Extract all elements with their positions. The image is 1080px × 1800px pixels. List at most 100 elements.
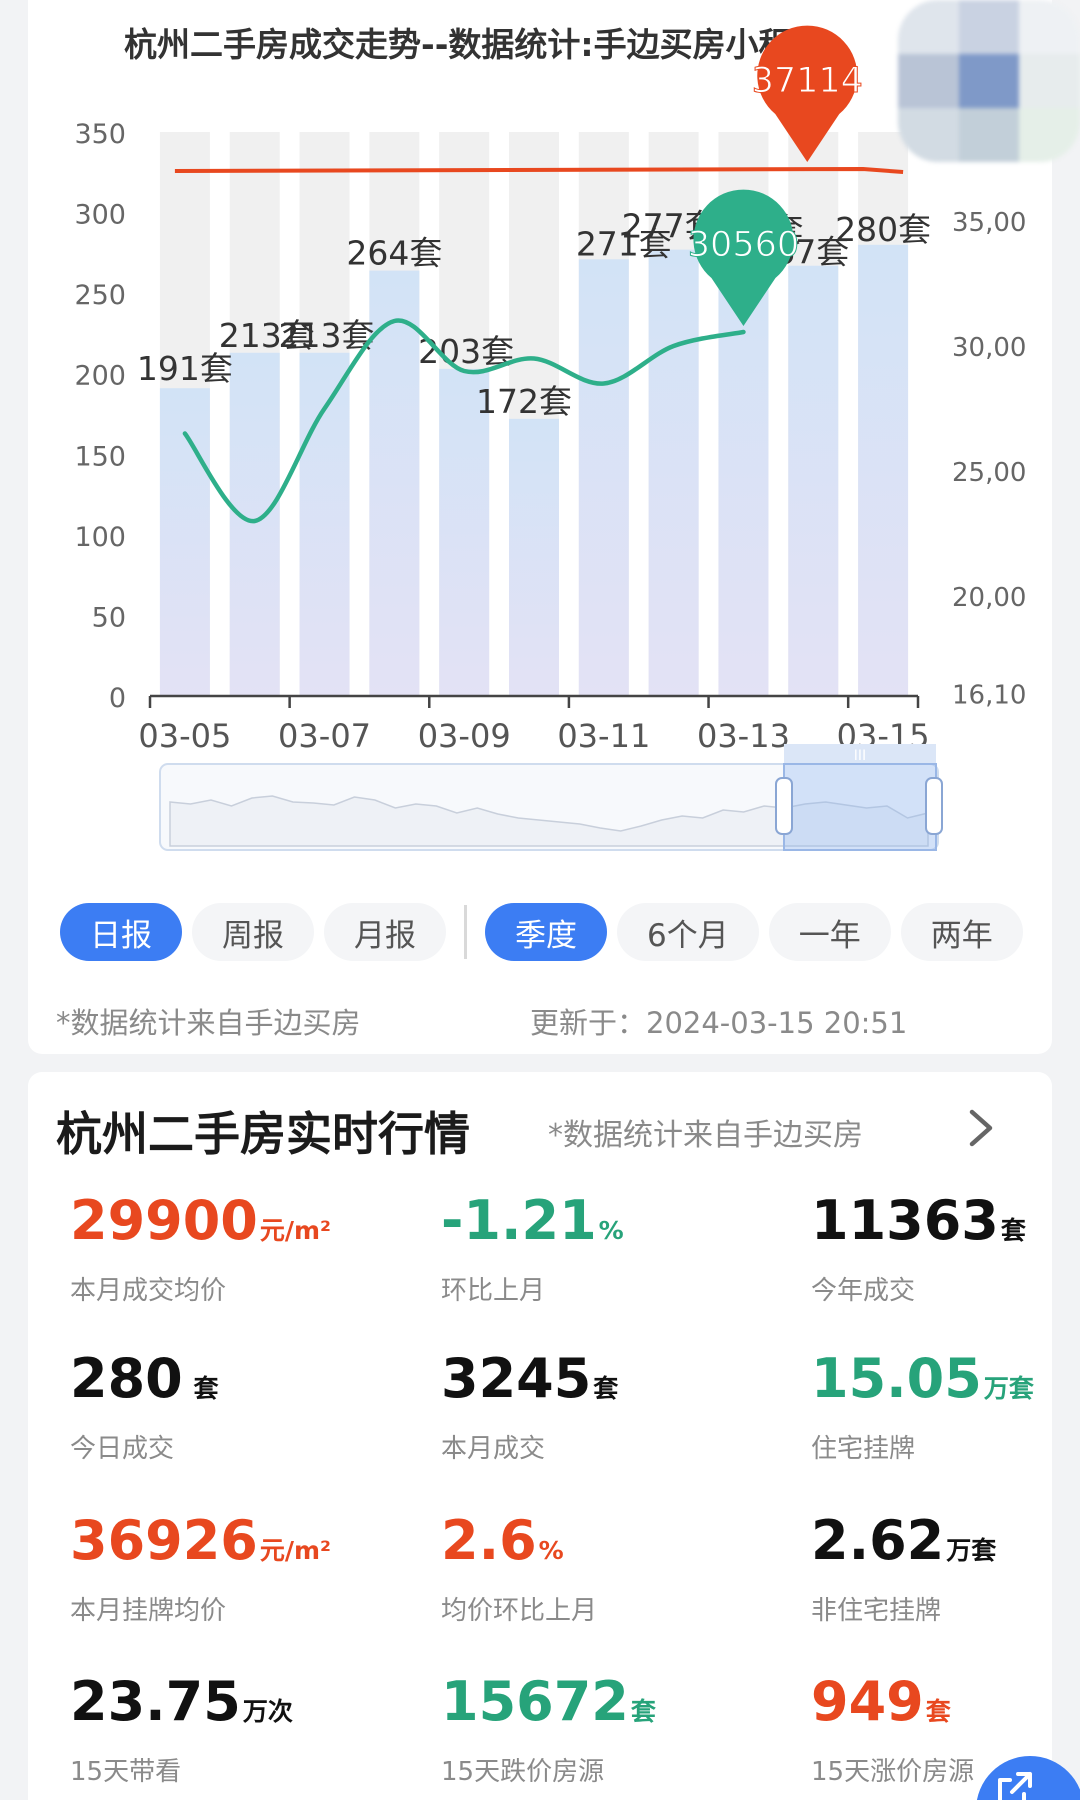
stat-number: 15672 xyxy=(441,1670,629,1733)
y-left-tick: 100 xyxy=(74,522,126,553)
stat-value: 15672套 xyxy=(441,1675,761,1729)
stat-number: 11363 xyxy=(811,1189,999,1252)
stat-number: 280 xyxy=(70,1347,183,1410)
bar[interactable] xyxy=(509,418,559,696)
stat-value: 280 套 xyxy=(70,1352,390,1406)
stat-value: -1.21% xyxy=(441,1194,761,1248)
bar[interactable] xyxy=(788,265,839,696)
stat-number: 2.6 xyxy=(441,1509,537,1572)
stat-label: 本月成交 xyxy=(441,1434,546,1464)
stat-label: 住宅挂牌 xyxy=(811,1434,916,1464)
period-divider xyxy=(464,905,467,959)
y-left-tick: 150 xyxy=(74,441,126,472)
stat-label: 非住宅挂牌 xyxy=(811,1596,942,1626)
x-tick-label: 03-05 xyxy=(138,717,231,755)
y-left-tick: 50 xyxy=(92,602,126,633)
stat-number: 36926 xyxy=(70,1509,258,1572)
y-left-tick: 250 xyxy=(74,280,126,311)
updated-time: 更新于：2024-03-15 20:51 xyxy=(530,1006,908,1040)
stat-item: -1.21% 环比上月 xyxy=(441,1194,761,1307)
stat-label: 本月挂牌均价 xyxy=(70,1596,227,1626)
stat-label: 15天带看 xyxy=(70,1757,182,1787)
period-2-years[interactable]: 两年 xyxy=(900,903,1023,961)
stat-label: 环比上月 xyxy=(441,1276,546,1306)
svg-text:30560: 30560 xyxy=(688,225,799,265)
stat-unit: 万套 xyxy=(946,1536,997,1565)
stat-value: 15.05万套 xyxy=(811,1352,1080,1406)
stat-unit: 元/m² xyxy=(259,1216,332,1245)
stat-value: 11363套 xyxy=(811,1194,1080,1248)
stat-unit: 套 xyxy=(630,1697,656,1726)
stat-item: 36926元/m² 本月挂牌均价 xyxy=(70,1514,390,1627)
zoom-slider: III xyxy=(159,744,943,851)
stat-value: 3245套 xyxy=(441,1352,761,1406)
y-right-tick: 25,00 xyxy=(952,458,1026,488)
stat-value: 29900元/m² xyxy=(70,1194,390,1248)
x-tick-label: 03-13 xyxy=(697,717,790,755)
stat-value: 2.6% xyxy=(441,1514,761,1568)
chevron-right-icon[interactable] xyxy=(962,1106,998,1150)
y-right-tick: 20,00 xyxy=(952,583,1026,613)
stat-item: 3245套本月成交 xyxy=(441,1352,761,1465)
zoom-handle[interactable] xyxy=(925,777,943,835)
stat-unit: 套 xyxy=(1000,1216,1026,1245)
y-right-tick: 35,00 xyxy=(952,208,1026,238)
stat-item: 2.62万套非住宅挂牌 xyxy=(811,1514,1080,1627)
stat-unit: 套 xyxy=(925,1697,951,1726)
x-tick-label: 03-09 xyxy=(418,717,511,755)
period-monthly[interactable]: 月报 xyxy=(324,903,446,961)
stat-number: -1.21 xyxy=(441,1189,597,1252)
data-source-note: *数据统计来自手边买房 xyxy=(56,1006,361,1040)
market-source-note: *数据统计来自手边买房 xyxy=(548,1118,863,1153)
stat-unit: 万套 xyxy=(983,1374,1034,1403)
bar-value-label: 172套 xyxy=(476,382,572,421)
price-marker: 30560 xyxy=(687,189,800,326)
stat-unit: % xyxy=(538,1536,564,1565)
period-daily[interactable]: 日报 xyxy=(60,903,182,961)
stat-item: 2.6% 均价环比上月 xyxy=(441,1514,761,1627)
svg-text:III: III xyxy=(854,748,866,764)
stat-label: 今年成交 xyxy=(811,1276,916,1306)
stat-item: 23.75万次 15天带看 xyxy=(70,1675,390,1788)
bar[interactable] xyxy=(229,352,280,696)
chart-title: 杭州二手房成交走势--数据统计:手边买房小程序 xyxy=(124,25,825,64)
right-axis-ticks: 16,100 20,00 25,00 30,00 35,00 xyxy=(952,208,1043,711)
bar[interactable] xyxy=(578,259,629,696)
bar[interactable] xyxy=(858,244,909,697)
zoom-selection[interactable]: III xyxy=(783,744,937,851)
stat-number: 23.75 xyxy=(70,1670,241,1733)
period-1-year[interactable]: 一年 xyxy=(768,903,891,961)
y-right-tick: 16,100 xyxy=(952,681,1043,711)
stat-unit: % xyxy=(598,1216,624,1245)
market-title: 杭州二手房实时行情 xyxy=(56,1107,470,1161)
stat-number: 949 xyxy=(811,1670,924,1733)
stat-label: 本月成交均价 xyxy=(70,1276,227,1306)
x-tick-label: 03-07 xyxy=(278,717,371,755)
period-6-months[interactable]: 6个月 xyxy=(617,903,759,961)
y-left-tick: 350 xyxy=(74,119,126,150)
stat-item: 11363套今年成交 xyxy=(811,1194,1080,1307)
stat-label: 今日成交 xyxy=(70,1434,175,1464)
y-left-tick: 300 xyxy=(74,200,126,231)
bar-value-label: 191套 xyxy=(137,349,233,388)
stat-label: 均价环比上月 xyxy=(441,1596,598,1626)
stat-value: 2.62万套 xyxy=(811,1514,1080,1568)
stat-label: 15天跌价房源 xyxy=(441,1757,605,1787)
period-quarter[interactable]: 季度 xyxy=(485,903,607,961)
stat-value: 23.75万次 xyxy=(70,1675,390,1729)
bar[interactable] xyxy=(299,352,350,696)
stat-number: 15.05 xyxy=(811,1347,982,1410)
zoom-handle[interactable] xyxy=(775,777,793,835)
bar-value-label: 213套 xyxy=(279,316,375,355)
y-left-tick: 200 xyxy=(74,361,126,392)
stat-unit: 套 xyxy=(593,1374,619,1403)
stat-value: 36926元/m² xyxy=(70,1514,390,1568)
stat-item: 15.05万套住宅挂牌 xyxy=(811,1352,1080,1465)
x-tick-label: 03-11 xyxy=(557,717,650,755)
y-right-tick: 30,00 xyxy=(952,333,1026,363)
stat-number: 2.62 xyxy=(811,1509,945,1572)
period-weekly[interactable]: 周报 xyxy=(192,903,314,961)
stat-item: 280 套今日成交 xyxy=(70,1352,390,1465)
stat-item: 29900元/m² 本月成交均价 xyxy=(70,1194,390,1307)
bar[interactable] xyxy=(648,249,699,697)
